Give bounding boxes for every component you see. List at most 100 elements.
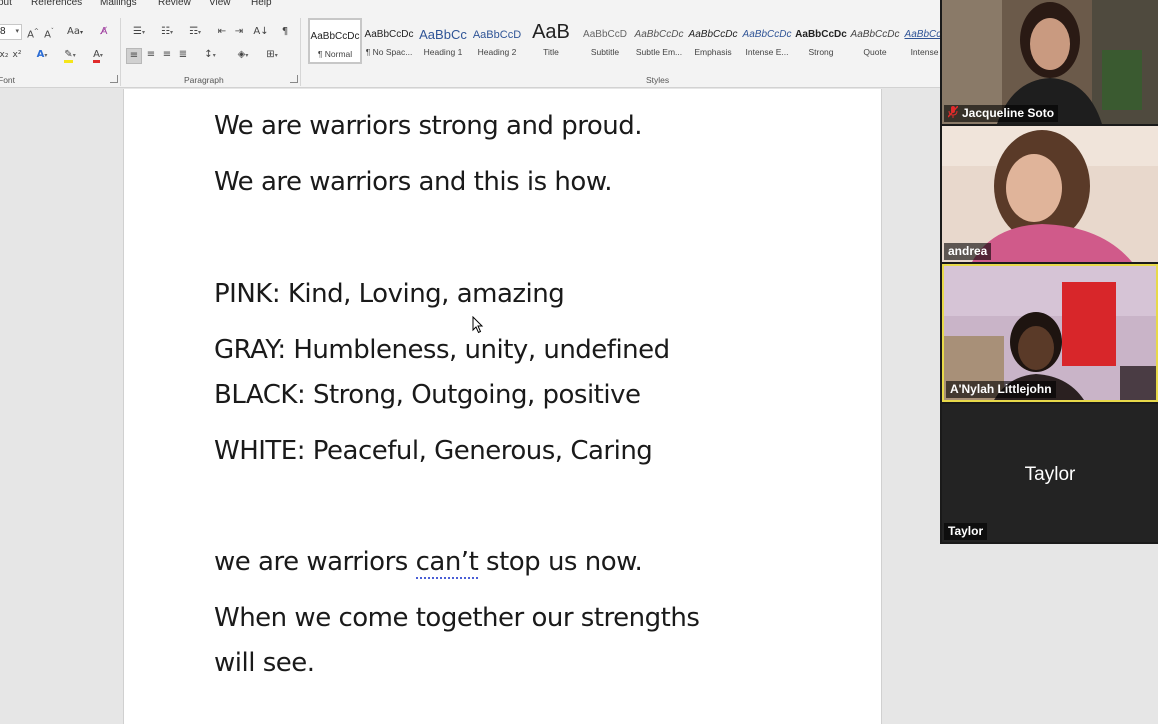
participant-name: andrea [948, 244, 988, 258]
style-heading-2[interactable]: AaBbCcD Heading 2 [470, 18, 524, 64]
style-name: Title [543, 47, 559, 57]
style-intense-quote[interactable]: AaBbCcDc Intense Q [902, 18, 940, 64]
participant-tile[interactable]: Taylor Taylor [942, 404, 1158, 542]
style-name: Heading 1 [423, 47, 463, 57]
paragraph-group-label: Paragraph [184, 75, 224, 85]
style-name: Subtle Em... [635, 47, 683, 57]
decrease-indent-icon[interactable]: ⇤ [214, 25, 230, 41]
font-dialog-launcher[interactable] [110, 75, 118, 83]
participant-tile[interactable]: andrea [942, 126, 1158, 262]
tab-help[interactable]: Help [251, 0, 272, 8]
font-size-box[interactable]: 8 ▾ [0, 24, 22, 40]
align-right-icon[interactable]: ≡ [159, 48, 175, 64]
document-page[interactable]: We are warriors strong and proud. We are… [123, 89, 882, 724]
doc-line-black[interactable]: BLACK: Strong, Outgoing, positive [214, 380, 641, 410]
style-no-spacing[interactable]: AaBbCcDc ¶ No Spac... [362, 18, 416, 64]
sort-icon[interactable]: A↓ [253, 25, 269, 41]
doc-line[interactable]: When we come together our strengths [214, 603, 700, 633]
spelling-flag[interactable]: can’t [415, 547, 479, 579]
superscript-icon[interactable]: x² [9, 48, 25, 64]
style-name: Strong [808, 47, 834, 57]
text-effects-icon[interactable]: A▾ [31, 48, 53, 64]
participant-video [942, 126, 1158, 262]
text-run: stop us now. [478, 547, 643, 577]
style-emphasis[interactable]: AaBbCcDc Emphasis [686, 18, 740, 64]
show-formatting-marks-icon[interactable]: ¶ [277, 25, 293, 41]
group-divider [120, 18, 121, 86]
style-quote[interactable]: AaBbCcDc Quote [848, 18, 902, 64]
font-color-icon[interactable]: A▾ [86, 48, 110, 64]
shading-icon[interactable]: ◈▾ [231, 48, 255, 64]
mouse-pointer-icon [472, 316, 484, 334]
clear-formatting-icon[interactable]: A̸ [96, 25, 112, 41]
style-preview: AaBbCcDc [364, 29, 414, 40]
style-preview: AaBbCcD [472, 29, 522, 41]
paragraph-dialog-launcher[interactable] [290, 75, 298, 83]
shrink-font-icon[interactable]: Aˇ [41, 25, 57, 41]
participant-name: A'Nylah Littlejohn [950, 382, 1052, 396]
doc-line-white[interactable]: WHITE: Peaceful, Generous, Caring [214, 436, 653, 466]
style-preview: AaBbCcDc [795, 29, 847, 40]
styles-group-label: Styles [646, 75, 670, 85]
line-spacing-icon[interactable]: ↕▾ [198, 48, 222, 64]
highlight-icon[interactable]: ✎▾ [58, 48, 82, 64]
doc-line[interactable]: will see. [214, 648, 315, 678]
participant-name: Jacqueline Soto [962, 106, 1055, 120]
change-case-icon[interactable]: Aa▾ [64, 25, 86, 41]
doc-line-gray[interactable]: GRAY: Humbleness, unity, undefined [214, 335, 670, 365]
style-name: Quote [863, 47, 887, 57]
borders-icon[interactable]: ⊞▾ [259, 48, 285, 64]
tab-view[interactable]: View [209, 0, 231, 8]
style-preview: AaBbCcDc [850, 29, 900, 40]
participant-tile-active-speaker[interactable]: A'Nylah Littlejohn [942, 264, 1158, 402]
bullets-icon[interactable]: ☰▾ [126, 25, 152, 41]
style-name: Intense Q [910, 47, 940, 57]
style-name: Subtitle [590, 47, 620, 57]
tab-review[interactable]: Review [158, 0, 191, 8]
style-normal[interactable]: AaBbCcDc ¶ Normal [308, 18, 362, 64]
participant-video [944, 266, 1156, 400]
style-preview: AaBbCcDc [310, 31, 360, 42]
tab-references[interactable]: References [31, 0, 82, 8]
participant-name: Taylor [948, 524, 984, 538]
participant-name-tag: A'Nylah Littlejohn [946, 381, 1056, 398]
style-subtle-emphasis[interactable]: AaBbCcDc Subtle Em... [632, 18, 686, 64]
doc-line-pink[interactable]: PINK: Kind, Loving, amazing [214, 279, 565, 309]
style-name: Heading 2 [477, 47, 517, 57]
participant-name-tag: andrea [944, 243, 992, 260]
style-name: ¶ No Spac... [365, 47, 413, 57]
align-center-icon[interactable]: ≡ [143, 48, 159, 64]
style-name: ¶ Normal [317, 49, 353, 59]
style-preview: AaBbCcDc [742, 29, 792, 40]
grow-font-icon[interactable]: A^ [25, 25, 41, 41]
styles-gallery: AaBbCcDc ¶ Normal AaBbCcDc ¶ No Spac... … [306, 18, 940, 66]
style-name: Intense E... [745, 47, 789, 57]
numbering-icon[interactable]: ☷▾ [154, 25, 180, 41]
multilevel-list-icon[interactable]: ☶▾ [182, 25, 208, 41]
style-preview: AaBbCcD [583, 29, 627, 40]
style-intense-emphasis[interactable]: AaBbCcDc Intense E... [740, 18, 794, 64]
font-size-value: 8 [0, 26, 6, 37]
tab-mailings[interactable]: Mailings [100, 0, 137, 8]
doc-line[interactable]: we are warriors can’t stop us now. [214, 547, 643, 579]
align-left-icon[interactable]: ≡ [126, 48, 142, 64]
style-subtitle[interactable]: AaBbCcD Subtitle [578, 18, 632, 64]
video-participants-panel: Jacqueline Soto andrea A'Nylah Littlejoh… [940, 0, 1158, 544]
chevron-down-icon: ▾ [15, 27, 19, 35]
style-strong[interactable]: AaBbCcDc Strong [794, 18, 848, 64]
participant-name-placeholder: Taylor [1024, 464, 1076, 485]
increase-indent-icon[interactable]: ⇥ [231, 25, 247, 41]
style-heading-1[interactable]: AaBbCc Heading 1 [416, 18, 470, 64]
doc-line[interactable]: We are warriors and this is how. [214, 167, 612, 197]
text-run: we are warriors [214, 547, 416, 577]
style-name: Emphasis [694, 47, 732, 57]
tab-layout[interactable]: out [0, 0, 12, 8]
justify-icon[interactable]: ≣ [175, 48, 191, 64]
doc-line[interactable]: We are warriors strong and proud. [214, 111, 642, 141]
document-canvas[interactable]: We are warriors strong and proud. We are… [0, 89, 940, 724]
style-title[interactable]: AaB Title [524, 18, 578, 64]
style-preview: AaBbCcDc [904, 29, 940, 40]
ribbon-tabs: out References Mailings Review View Help [0, 0, 940, 11]
font-group-label: Font [0, 75, 16, 85]
participant-tile[interactable]: Jacqueline Soto [942, 0, 1158, 124]
